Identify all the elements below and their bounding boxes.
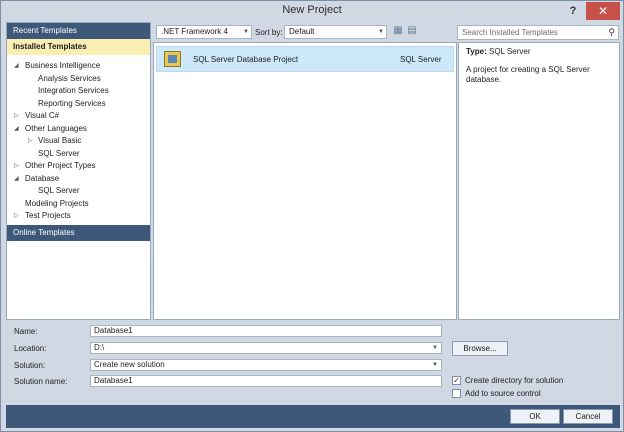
medium-icons-view-icon[interactable]: ▦ (392, 25, 404, 37)
name-value: Database1 (94, 326, 133, 335)
tree-item-database-sql-server[interactable]: SQL Server (7, 185, 150, 198)
solution-name-input[interactable]: Database1 (90, 375, 442, 387)
type-label: Type: (466, 47, 487, 56)
template-categories-pane: Recent Templates Installed Templates ◢ B… (6, 22, 151, 320)
source-control-checkbox[interactable] (452, 389, 461, 398)
tree-item-label: Modeling Projects (25, 198, 89, 208)
tree-item-test-projects[interactable]: ▷ Test Projects (7, 210, 150, 223)
template-type: Type: SQL Server (466, 47, 612, 56)
chevron-down-icon: ▼ (378, 29, 384, 35)
collapsed-arrow-icon[interactable]: ▷ (14, 210, 19, 223)
search-icon[interactable]: ⚲ (608, 26, 615, 39)
tree-item-database[interactable]: ◢ Database (7, 173, 150, 186)
tree-item-label: Analysis Services (38, 73, 101, 83)
tree-item-label: Visual C# (25, 111, 60, 120)
sort-value: Default (289, 27, 315, 36)
dialog-title: New Project (282, 4, 342, 16)
create-directory-checkbox[interactable]: ✓ (452, 376, 461, 385)
database-project-icon (164, 51, 181, 67)
name-label: Name: (14, 327, 38, 336)
tree-item-label: Business Intelligence (25, 61, 101, 70)
name-input[interactable]: Database1 (90, 325, 442, 337)
checkmark-icon: ✓ (453, 376, 460, 385)
collapsed-arrow-icon[interactable]: ▷ (14, 110, 19, 123)
tree-item-label: SQL Server (38, 186, 80, 195)
close-button[interactable]: ✕ (586, 2, 620, 20)
browse-button[interactable]: Browse... (452, 341, 508, 356)
tree-item-modeling-projects[interactable]: Modeling Projects (7, 198, 150, 211)
tree-item-label: Visual Basic (38, 136, 82, 145)
template-tree: ◢ Business Intelligence Analysis Service… (7, 60, 150, 223)
installed-templates-header[interactable]: Installed Templates (7, 39, 150, 55)
expanded-arrow-icon[interactable]: ◢ (14, 123, 19, 136)
tree-item-sql-server-selected[interactable]: SQL Server (7, 147, 150, 160)
help-button[interactable]: ? (562, 2, 584, 20)
tree-item-label: Reporting Services (38, 98, 106, 108)
tree-item-business-intelligence[interactable]: ◢ Business Intelligence (7, 60, 150, 73)
tree-item-other-project-types[interactable]: ▷ Other Project Types (7, 160, 150, 173)
tree-item-label: Other Languages (25, 123, 87, 133)
tree-item-label: Integration Services (38, 86, 109, 95)
chevron-down-icon: ▼ (432, 362, 438, 368)
collapsed-arrow-icon[interactable]: ▷ (28, 135, 33, 148)
title-bar: New Project ? ✕ (1, 1, 623, 22)
tree-item-label: Other Project Types (25, 161, 96, 170)
online-templates-header[interactable]: Online Templates (7, 225, 150, 241)
tree-item-label: SQL Server (38, 148, 80, 158)
location-label: Location: (14, 344, 47, 353)
solution-name-label: Solution name: (14, 377, 68, 386)
source-control-label: Add to source control (465, 389, 541, 398)
solution-dropdown[interactable]: Create new solution ▼ (90, 359, 442, 371)
location-combo[interactable]: D:\ ▼ (90, 342, 442, 354)
solution-label: Solution: (14, 361, 46, 370)
tree-item-integration-services[interactable]: Integration Services (7, 85, 150, 98)
framework-value: .NET Framework 4 (161, 27, 228, 36)
template-item-sql-server-database-project[interactable]: SQL Server Database Project SQL Server (156, 46, 454, 72)
solution-name-value: Database1 (94, 376, 133, 385)
tree-item-reporting-services[interactable]: Reporting Services (7, 98, 150, 111)
cancel-button[interactable]: Cancel (563, 409, 613, 424)
template-list: SQL Server Database Project SQL Server (153, 42, 457, 320)
sort-by-dropdown[interactable]: Default ▼ (284, 25, 387, 39)
small-icons-view-icon[interactable]: ▤ (406, 25, 418, 37)
template-name: SQL Server Database Project (193, 55, 299, 64)
tree-item-label: Database (25, 173, 60, 183)
expanded-arrow-icon[interactable]: ◢ (14, 60, 19, 73)
template-details-pane: Type: SQL Server A project for creating … (458, 42, 620, 320)
location-value: D:\ (94, 343, 105, 352)
template-description: A project for creating a SQL Server data… (466, 65, 590, 84)
framework-dropdown[interactable]: .NET Framework 4 ▼ (156, 25, 252, 39)
tree-item-visual-basic[interactable]: ▷ Visual Basic (7, 135, 150, 148)
chevron-down-icon: ▼ (432, 345, 438, 351)
search-placeholder: Search Installed Templates (462, 28, 558, 37)
new-project-dialog: New Project ? ✕ Recent Templates Install… (0, 0, 624, 432)
create-directory-label: Create directory for solution (465, 376, 564, 385)
search-templates-input[interactable]: Search Installed Templates ⚲ (457, 25, 619, 40)
tree-item-visual-csharp[interactable]: ▷ Visual C# (7, 110, 150, 123)
tree-item-analysis-services[interactable]: Analysis Services (7, 73, 150, 86)
tree-item-other-languages[interactable]: ◢ Other Languages (7, 123, 150, 136)
collapsed-arrow-icon[interactable]: ▷ (14, 160, 19, 173)
recent-templates-header[interactable]: Recent Templates (7, 23, 150, 39)
template-language: SQL Server (400, 55, 442, 64)
chevron-down-icon: ▼ (243, 29, 249, 35)
ok-button[interactable]: OK (510, 409, 560, 424)
expanded-arrow-icon[interactable]: ◢ (14, 173, 19, 186)
template-toolbar: .NET Framework 4 ▼ Sort by: Default ▼ ▦ … (153, 22, 620, 42)
sort-by-label: Sort by: (255, 28, 283, 37)
solution-value: Create new solution (94, 360, 165, 369)
type-value: SQL Server (488, 47, 531, 56)
tree-item-label: Test Projects (25, 211, 71, 220)
